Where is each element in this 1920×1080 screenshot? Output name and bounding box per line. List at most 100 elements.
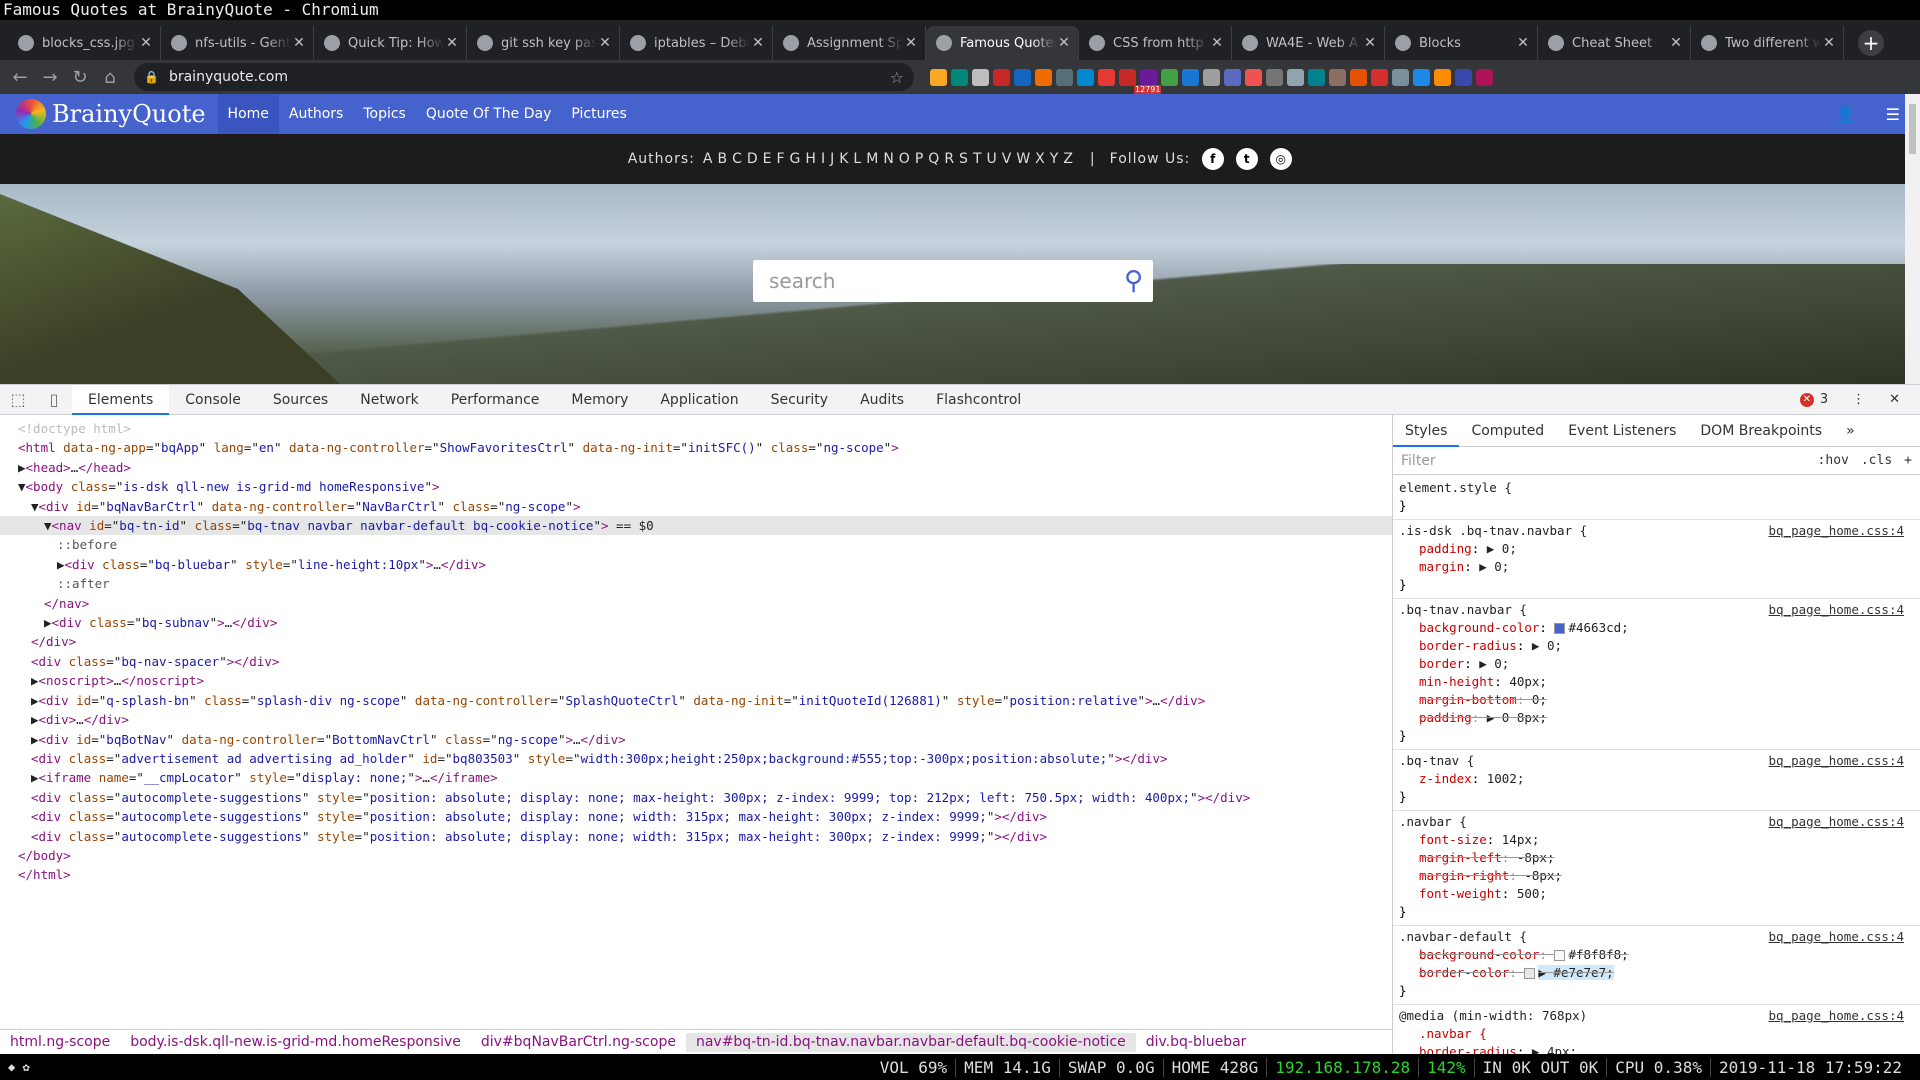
extension-icon[interactable] — [1266, 68, 1283, 86]
tab-close-icon[interactable]: ✕ — [1515, 35, 1531, 51]
nav-link-pictures[interactable]: Pictures — [561, 94, 636, 134]
author-letter-link[interactable]: P — [913, 151, 926, 167]
extension-icon[interactable] — [1329, 68, 1346, 86]
extension-icon[interactable] — [1161, 68, 1178, 86]
css-property[interactable]: background-color: #4663cd; — [1399, 619, 1914, 637]
browser-tab[interactable]: Cheat Sheet ✕ — [1538, 26, 1691, 60]
dom-node-line[interactable]: </body> — [0, 846, 1392, 865]
elements-tree[interactable]: <!doctype html> <html data-ng-app="bqApp"… — [0, 415, 1393, 1055]
breadcrumb-item[interactable]: div.bq-bluebar — [1136, 1033, 1257, 1052]
author-letter-link[interactable]: C — [730, 151, 745, 167]
author-letter-link[interactable]: B — [715, 151, 730, 167]
css-property[interactable]: min-height: 40px; — [1399, 673, 1914, 691]
css-property[interactable]: margin-left: -8px; — [1399, 849, 1914, 867]
dom-node-line[interactable]: ▶<div class="bq-subnav">…</div> — [0, 613, 1392, 632]
extension-icon[interactable] — [1182, 68, 1199, 86]
author-letter-link[interactable]: E — [761, 151, 775, 167]
nav-link-home[interactable]: Home — [217, 94, 279, 134]
author-letter-link[interactable]: H — [803, 151, 819, 167]
extension-icon[interactable] — [930, 68, 947, 86]
more-options-icon[interactable]: ⋮ — [1834, 392, 1865, 407]
tab-close-icon[interactable]: ✕ — [1056, 35, 1072, 51]
tab-close-icon[interactable]: ✕ — [138, 35, 154, 51]
breadcrumb-item[interactable]: body.is-dsk.qll-new.is-grid-md.homeRespo… — [120, 1033, 471, 1052]
tab-elements[interactable]: Elements — [72, 384, 170, 415]
facebook-icon[interactable]: f — [1202, 148, 1225, 170]
filter-tool-button[interactable]: .cls — [1861, 453, 1892, 468]
reload-button[interactable]: ↻ — [66, 63, 94, 91]
author-letter-link[interactable]: Z — [1061, 151, 1076, 167]
page-scrollbar[interactable] — [1905, 94, 1920, 384]
dom-node-line[interactable]: ▼<body class="is-dsk qll-new is-grid-md … — [0, 477, 1392, 496]
dom-node-line[interactable]: ▼<div id="bqNavBarCtrl" data-ng-controll… — [0, 497, 1392, 516]
tab-security[interactable]: Security — [755, 385, 845, 415]
bookmark-star-icon[interactable]: ☆ — [890, 68, 904, 87]
author-letter-link[interactable]: G — [788, 151, 804, 167]
css-property[interactable]: border-color: ▶ #e7e7e7; — [1399, 964, 1914, 982]
tab-network[interactable]: Network — [344, 385, 434, 415]
author-letter-link[interactable]: W — [1014, 151, 1033, 167]
author-letter-link[interactable]: Y — [1048, 151, 1062, 167]
css-property[interactable]: margin: ▶ 0; — [1399, 558, 1914, 576]
workspace-indicator-icon[interactable]: ◆ ✿ — [8, 1060, 30, 1074]
color-swatch[interactable] — [1554, 950, 1566, 961]
extension-icon[interactable] — [993, 68, 1010, 86]
css-property[interactable]: border-radius: ▶ 0; — [1399, 637, 1914, 655]
css-property[interactable]: margin-bottom: 0; — [1399, 691, 1914, 709]
browser-tab[interactable]: Famous Quotes ✕ — [926, 26, 1079, 60]
tab-close-icon[interactable]: ✕ — [291, 35, 307, 51]
css-property[interactable]: font-weight: 500; — [1399, 885, 1914, 903]
dom-node-line[interactable]: ▼<nav id="bq-tn-id" class="bq-tnav navba… — [0, 516, 1392, 536]
inspect-icon[interactable]: ⬚ — [0, 390, 36, 409]
dom-node-line[interactable]: </div> — [0, 632, 1392, 651]
author-letter-link[interactable]: N — [881, 151, 896, 167]
extension-icon[interactable] — [1287, 68, 1304, 86]
extension-icon[interactable] — [1455, 68, 1472, 86]
tab-sources[interactable]: Sources — [257, 385, 344, 415]
rule-source-link[interactable]: bq_page_home.css:4 — [1769, 601, 1904, 619]
new-tab-button[interactable]: + — [1858, 30, 1884, 56]
extension-icon[interactable] — [1056, 68, 1073, 86]
author-letter-link[interactable]: O — [897, 151, 913, 167]
author-letter-link[interactable]: X — [1033, 151, 1048, 167]
filter-tool-button[interactable]: :hov — [1818, 453, 1849, 468]
tab-close-icon[interactable]: ✕ — [597, 35, 613, 51]
dom-node-line[interactable]: </html> — [0, 865, 1392, 884]
breadcrumb-item[interactable]: html.ng-scope — [0, 1033, 120, 1052]
close-devtools-icon[interactable]: ✕ — [1871, 392, 1900, 407]
rule-source-link[interactable]: bq_page_home.css:4 — [1769, 1007, 1904, 1025]
tab-close-icon[interactable]: ✕ — [1668, 35, 1684, 51]
extension-icon[interactable] — [1077, 68, 1094, 86]
browser-tab[interactable]: Two different w ✕ — [1691, 26, 1844, 60]
extension-icon[interactable] — [1203, 68, 1220, 86]
site-logo[interactable]: BrainyQuote — [16, 99, 206, 129]
breadcrumb-item[interactable]: div#bqNavBarCtrl.ng-scope — [471, 1033, 686, 1052]
extension-icon[interactable]: 12791 — [1134, 68, 1162, 94]
search-input[interactable]: search ⚲ — [753, 260, 1153, 302]
author-letter-link[interactable]: I — [819, 151, 828, 167]
author-letter-link[interactable]: T — [971, 151, 985, 167]
user-icon[interactable]: 👤 — [1836, 105, 1856, 124]
device-toggle-icon[interactable]: ▯ — [36, 390, 72, 409]
styles-filter[interactable]: Filter :hov .cls + — [1393, 447, 1920, 475]
tab-close-icon[interactable]: ✕ — [1209, 35, 1225, 51]
dom-node-line[interactable]: ::before — [0, 535, 1392, 554]
rule-selector[interactable]: element.style { — [1399, 479, 1914, 497]
color-swatch[interactable] — [1554, 623, 1566, 634]
tab-console[interactable]: Console — [169, 385, 257, 415]
forward-button[interactable]: → — [36, 63, 64, 91]
dom-node-line[interactable]: <html data-ng-app="bqApp" lang="en" data… — [0, 438, 1392, 457]
author-letter-link[interactable]: D — [745, 151, 761, 167]
dom-node-line[interactable]: ▶<iframe name="__cmpLocator" style="disp… — [0, 768, 1392, 787]
extension-icon[interactable] — [1224, 68, 1241, 86]
rule-source-link[interactable]: bq_page_home.css:4 — [1769, 928, 1904, 946]
dom-node-line[interactable]: ▶<div>…</div> — [0, 710, 1392, 729]
back-button[interactable]: ← — [6, 63, 34, 91]
dom-node-line[interactable]: ▶<head>…</head> — [0, 458, 1392, 477]
author-letter-link[interactable]: K — [837, 151, 851, 167]
dom-node-line[interactable]: <div class="bq-nav-spacer"></div> — [0, 652, 1392, 671]
nav-link-authors[interactable]: Authors — [279, 94, 353, 134]
author-letter-link[interactable]: L — [851, 151, 864, 167]
dom-node-line[interactable]: <!doctype html> — [0, 419, 1392, 438]
home-button[interactable]: ⌂ — [96, 63, 124, 91]
